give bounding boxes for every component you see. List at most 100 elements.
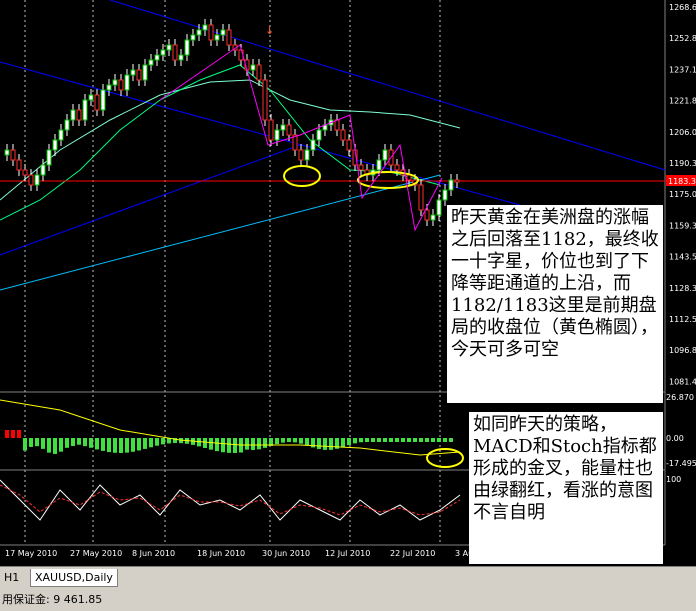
macd-bar xyxy=(143,438,147,449)
candle-body xyxy=(262,79,268,121)
macd-bar xyxy=(233,438,237,453)
date-tick-label: 18 Jun 2010 xyxy=(197,549,245,558)
candle-body xyxy=(382,149,388,161)
date-tick-label: 17 May 2010 xyxy=(5,549,57,558)
macd-bar xyxy=(149,438,153,448)
status-bar: 用保证金: 9 461.85 xyxy=(0,589,696,611)
macd-bar xyxy=(215,438,219,452)
channel-lower-line[interactable] xyxy=(0,144,301,256)
macd-bar xyxy=(209,438,213,450)
candle-body xyxy=(286,124,292,136)
macd-bar xyxy=(71,438,75,447)
candle-body xyxy=(190,34,196,41)
candle-body xyxy=(94,94,100,111)
candle-body xyxy=(448,179,454,191)
macd-bar xyxy=(437,438,441,442)
macd-tick-label: 26.870 xyxy=(666,393,694,402)
stoch-tick-label: 100 xyxy=(666,475,681,484)
date-tick-label: 27 May 2010 xyxy=(70,549,122,558)
candle-body xyxy=(310,139,316,151)
channel-upper-line-2[interactable] xyxy=(109,0,666,171)
price-tick-label: 1175.00 xyxy=(669,190,696,199)
macd-bar xyxy=(359,438,363,443)
macd-bar xyxy=(35,438,39,447)
date-tick-label: 22 Jul 2010 xyxy=(390,549,435,558)
macd-bar xyxy=(281,438,285,443)
macd-bar xyxy=(83,438,87,447)
macd-bar xyxy=(401,438,405,442)
macd-bar xyxy=(425,438,429,442)
price-tick-label: 1252.80 xyxy=(669,34,696,43)
candle-body xyxy=(442,189,448,201)
price-tick-label: 1112.55 xyxy=(669,315,696,324)
candle-body xyxy=(112,79,118,86)
price-chart[interactable]: ↓ 1268.65 1252.80 1237.10 1221.85 1206.00 119… xyxy=(0,0,696,566)
candle-body xyxy=(64,119,70,131)
candle-body xyxy=(436,199,442,216)
candle-body xyxy=(340,129,346,141)
annotation-note-price: 昨天黄金在美洲盘的涨幅之后回落至1182，最终收一十字星，价位也到了下降等距通道… xyxy=(447,205,663,403)
macd-tick-label: 0.00 xyxy=(666,434,684,443)
macd-bar xyxy=(29,438,33,447)
macd-bar xyxy=(377,438,381,442)
price-tick-label: 1128.30 xyxy=(669,284,696,293)
candle-body xyxy=(424,209,430,221)
macd-bar xyxy=(275,438,279,445)
macd-bar xyxy=(131,438,135,452)
macd-bar xyxy=(221,438,225,453)
candle-body xyxy=(160,49,166,56)
macd-bar xyxy=(371,438,375,442)
macd-bar xyxy=(317,438,321,450)
channel-upper-line[interactable] xyxy=(0,61,521,206)
candle-body xyxy=(220,29,226,36)
macd-bar xyxy=(389,438,393,442)
candle-body xyxy=(142,64,148,81)
candle-body xyxy=(124,74,130,91)
candle-body xyxy=(208,24,214,41)
tab-symbol[interactable]: XAUUSD,Daily xyxy=(30,569,118,587)
tab-timeframe[interactable]: H1 xyxy=(0,569,23,586)
macd-bar xyxy=(95,438,99,450)
macd-bar xyxy=(299,438,303,444)
macd-bar xyxy=(365,438,369,442)
candle-body xyxy=(136,69,142,81)
candle-body xyxy=(88,94,94,101)
macd-bar xyxy=(443,438,447,442)
candle-body xyxy=(394,164,400,171)
macd-bar xyxy=(155,438,159,446)
candle-body xyxy=(100,89,106,111)
candle-body xyxy=(226,29,232,46)
candle-body xyxy=(346,139,352,151)
candle-body xyxy=(70,109,76,121)
candle-body xyxy=(376,159,382,171)
macd-bar xyxy=(293,438,297,443)
stoch-main-line xyxy=(0,479,461,521)
macd-bar xyxy=(353,438,357,444)
macd-bar xyxy=(53,438,57,454)
macd-bar xyxy=(257,438,261,450)
candle-body xyxy=(40,164,46,176)
macd-tick-label: -17.495 xyxy=(666,459,696,468)
macd-bar xyxy=(101,438,105,451)
macd-bar xyxy=(419,438,423,442)
macd-bar xyxy=(203,438,207,449)
candle-body xyxy=(202,24,208,31)
macd-bar xyxy=(449,438,453,442)
macd-bar xyxy=(161,438,165,445)
macd-bar xyxy=(287,438,291,443)
macd-bar xyxy=(23,438,27,451)
candle-body xyxy=(28,174,34,186)
candle-body xyxy=(46,149,52,166)
candle-body xyxy=(154,54,160,61)
candle-body xyxy=(34,174,40,186)
current-price-label: 1183.30 xyxy=(668,177,696,186)
macd-bar xyxy=(383,438,387,442)
macd-bar xyxy=(107,438,111,453)
date-tick-label: 30 Jun 2010 xyxy=(262,549,310,558)
macd-bar xyxy=(17,430,21,438)
candle-body xyxy=(358,164,364,171)
candle-body xyxy=(214,34,220,41)
candle-body xyxy=(274,129,280,141)
macd-bar xyxy=(89,438,93,448)
candle-body xyxy=(58,129,64,141)
